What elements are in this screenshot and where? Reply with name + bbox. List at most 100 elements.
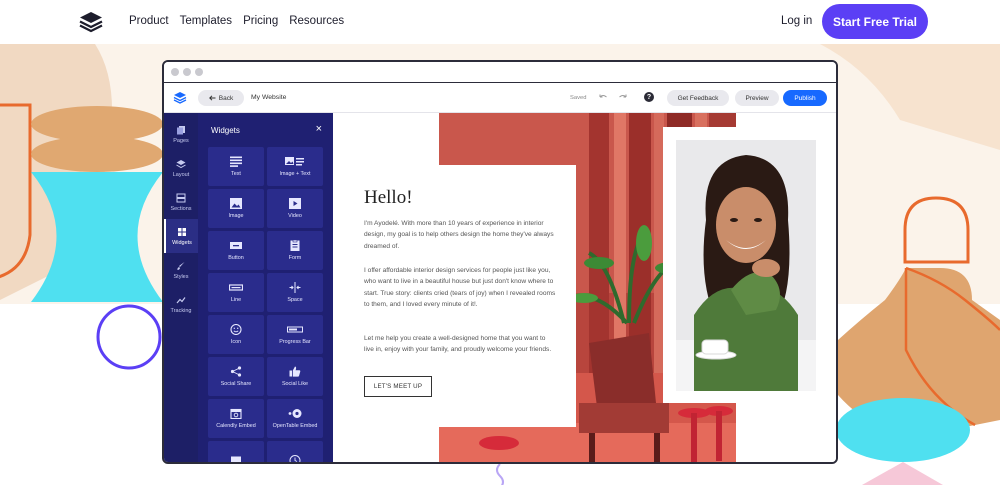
video-icon [289, 198, 301, 209]
rail-label: Layout [172, 171, 190, 178]
saved-status: Saved [570, 95, 587, 101]
publish-button[interactable]: Publish [783, 90, 827, 106]
button-icon [230, 242, 242, 249]
chart-icon [176, 296, 186, 303]
space-icon [289, 282, 301, 293]
services-paragraph: I offer affordable interior design servi… [364, 267, 556, 308]
layers-icon [176, 159, 186, 168]
widget-tile-more[interactable] [267, 441, 323, 462]
widget-label: Icon [230, 339, 242, 345]
editor-rail: Pages Layout Sections Widgets Styles Tra… [164, 113, 198, 462]
browser-window: Back My Website Saved ? Get Feedback Pre… [162, 60, 838, 464]
window-dot-icon [195, 68, 203, 76]
image-icon [230, 198, 242, 209]
widget-tile-opentable-embed[interactable]: OpenTable Embed [267, 399, 323, 438]
smiley-icon [230, 324, 242, 335]
rail-item-widgets[interactable]: Widgets [164, 219, 198, 253]
widget-tile-button[interactable]: Button [208, 231, 264, 270]
back-button[interactable]: Back [198, 90, 244, 106]
nav-link-resources[interactable]: Resources [289, 15, 344, 27]
brush-icon [177, 261, 185, 270]
window-dot-icon [171, 68, 179, 76]
rail-label: Tracking [170, 307, 192, 314]
progress-bar-icon [287, 326, 303, 333]
widgets-grid: Text Image + Text Image Video Button For… [208, 147, 324, 462]
calendar-icon [231, 456, 241, 462]
widget-tile-space[interactable]: Space [267, 273, 323, 312]
login-link[interactable]: Log in [781, 15, 812, 27]
nav-link-pricing[interactable]: Pricing [243, 15, 278, 27]
widget-label: Image + Text [279, 171, 311, 177]
widget-tile-calendly-embed[interactable]: Calendly Embed [208, 399, 264, 438]
help-icon[interactable]: ? [644, 92, 654, 102]
undo-icon[interactable] [598, 93, 608, 102]
form-icon [290, 240, 300, 251]
widget-tile-text[interactable]: Text [208, 147, 264, 186]
hello-card: Hello! I'm Ayodelé. With more than 10 ye… [333, 165, 576, 427]
rail-item-tracking[interactable]: Tracking [164, 287, 198, 321]
back-label: Back [218, 94, 234, 102]
intro-paragraph: I'm Ayodelé. With more than 10 years of … [364, 220, 554, 250]
widget-label: Text [231, 171, 241, 177]
rail-label: Pages [173, 137, 189, 144]
pages-icon [177, 125, 185, 134]
window-dot-icon [183, 68, 191, 76]
logo-layers-icon[interactable] [78, 10, 104, 34]
website-canvas: Hello! I'm Ayodelé. With more than 10 ye… [333, 113, 836, 462]
nav-link-product[interactable]: Product [129, 15, 169, 27]
widget-tile-video[interactable]: Video [267, 189, 323, 228]
portrait-frame [663, 127, 836, 403]
redo-icon[interactable] [618, 93, 628, 102]
editor-logo-icon[interactable] [173, 91, 187, 104]
share-icon [230, 366, 242, 377]
widget-label: Line [230, 297, 242, 303]
portrait-image [676, 140, 816, 391]
widget-label: Social Like [281, 381, 309, 387]
widget-label: Button [228, 255, 244, 261]
widget-label: Video [288, 213, 302, 219]
widget-tile-more[interactable] [208, 441, 264, 462]
sections-icon [176, 193, 186, 202]
nav-link-templates[interactable]: Templates [180, 15, 232, 27]
clock-icon [289, 455, 301, 462]
widget-tile-image-text[interactable]: Image + Text [267, 147, 323, 186]
widget-tile-line[interactable]: Line [208, 273, 264, 312]
editor-toolbar: Back My Website Saved ? Get Feedback Pre… [164, 83, 836, 113]
widget-label: Form [288, 255, 302, 261]
site-nav: Product Templates Pricing Resources Log … [0, 0, 1000, 44]
help-paragraph: Let me help you create a well-designed h… [364, 335, 552, 354]
line-icon [229, 284, 243, 291]
thumbs-up-icon [289, 366, 301, 377]
calendar-icon [230, 408, 242, 419]
rail-label: Sections [170, 205, 192, 212]
site-name: My Website [251, 94, 287, 101]
lets-meet-up-button[interactable]: LET'S MEET UP [364, 376, 432, 397]
preview-button[interactable]: Preview [735, 90, 779, 106]
widget-label: OpenTable Embed [272, 423, 318, 429]
rail-label: Widgets [172, 239, 192, 246]
start-trial-button[interactable]: Start Free Trial [822, 4, 928, 39]
text-icon [230, 156, 242, 167]
rail-item-sections[interactable]: Sections [164, 185, 198, 219]
widget-tile-image[interactable]: Image [208, 189, 264, 228]
rail-item-layout[interactable]: Layout [164, 151, 198, 185]
rail-label: Styles [173, 273, 189, 280]
opentable-icon [288, 409, 302, 418]
widgets-panel-title: Widgets [211, 126, 240, 135]
rail-item-styles[interactable]: Styles [164, 253, 198, 287]
widget-label: Image [228, 213, 244, 219]
widget-tile-progress-bar[interactable]: Progress Bar [267, 315, 323, 354]
widgets-panel: Widgets × Text Image + Text Image Video … [198, 113, 333, 462]
widgets-icon [178, 227, 186, 236]
get-feedback-button[interactable]: Get Feedback [667, 90, 729, 106]
rail-item-pages[interactable]: Pages [164, 117, 198, 151]
widget-tile-form[interactable]: Form [267, 231, 323, 270]
arrow-left-icon [208, 95, 216, 101]
widget-tile-social-like[interactable]: Social Like [267, 357, 323, 396]
widget-label: Space [287, 297, 303, 303]
widget-label: Social Share [220, 381, 252, 387]
close-icon[interactable]: × [316, 123, 322, 135]
widget-label: Progress Bar [279, 339, 311, 345]
widget-tile-social-share[interactable]: Social Share [208, 357, 264, 396]
widget-tile-icon[interactable]: Icon [208, 315, 264, 354]
